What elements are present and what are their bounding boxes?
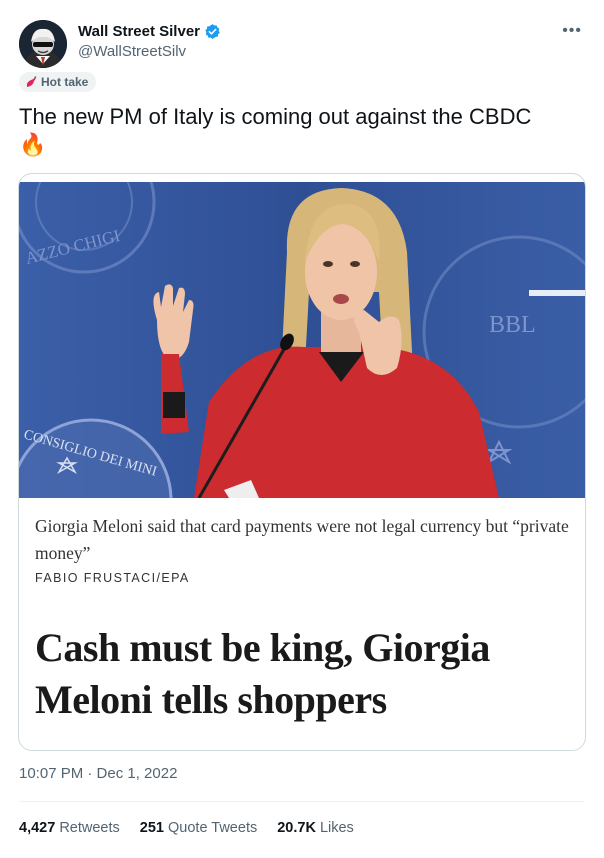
more-dots-icon[interactable]: ••• <box>562 22 582 40</box>
label-badge[interactable]: Hot take <box>19 72 97 92</box>
timestamp[interactable]: 10:07 PM · Dec 1, 2022 <box>19 765 177 782</box>
quote-tweets-stat[interactable]: 251 Quote Tweets <box>140 820 257 836</box>
retweets-stat[interactable]: 4,427 Retweets <box>19 820 120 836</box>
avatar[interactable] <box>19 20 67 68</box>
tweet-stats: 4,427 Retweets 251 Quote Tweets 20.7K Li… <box>19 820 354 836</box>
link-card[interactable]: AZZO CHIGI CONSIGLIO DEI MINI BBL Giorgi… <box>18 173 586 751</box>
card-photo[interactable]: AZZO CHIGI CONSIGLIO DEI MINI BBL <box>19 182 585 498</box>
likes-stat[interactable]: 20.7K Likes <box>277 820 354 836</box>
divider <box>19 801 585 802</box>
handle[interactable]: @WallStreetSilv <box>78 43 186 60</box>
photo-sign-right: BBL <box>489 312 536 338</box>
badge-label: Hot take <box>41 75 89 89</box>
quotes-count: 251 <box>139 820 164 836</box>
avatar-image <box>19 20 67 68</box>
fire-emoji: 🔥 <box>19 132 47 157</box>
retweets-label: Retweets <box>59 820 120 836</box>
quotes-label: Quote Tweets <box>168 820 258 836</box>
tweet-text: The new PM of Italy is coming out agains… <box>19 103 579 159</box>
verified-badge-icon <box>205 24 220 39</box>
article-headline[interactable]: Cash must be king, Giorgia Meloni tells … <box>35 622 575 726</box>
retweets-count: 4,427 <box>19 820 56 836</box>
chili-pepper-icon <box>26 76 37 87</box>
likes-count: 20.7K <box>277 820 316 836</box>
likes-label: Likes <box>319 820 354 836</box>
display-name[interactable]: Wall Street Silver <box>78 23 200 40</box>
photo-credit: FABIO FRUSTACI/EPA <box>35 571 190 585</box>
tweet-body: The new PM of Italy is coming out agains… <box>19 104 532 129</box>
photo-caption: Giorgia Meloni said that card payments w… <box>35 516 569 563</box>
